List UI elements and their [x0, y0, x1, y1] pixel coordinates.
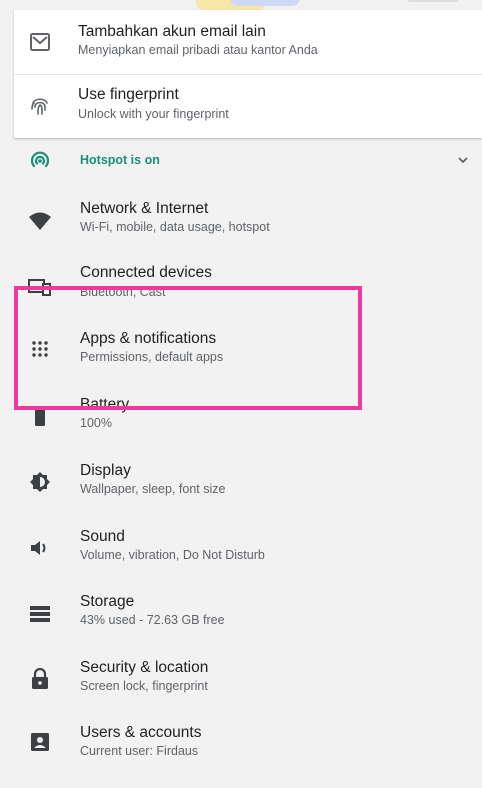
setting-users-accounts[interactable]: Users & accounts Current user: Firdaus	[0, 722, 482, 788]
setting-title: Battery	[80, 396, 130, 413]
wifi-icon	[28, 209, 52, 233]
setting-subtitle: 100%	[80, 416, 112, 430]
setting-display[interactable]: Display Wallpaper, sleep, font size	[0, 460, 482, 526]
hotspot-icon	[28, 149, 52, 173]
setting-title: Users & accounts	[80, 724, 202, 741]
decoration-gray	[401, 0, 459, 10]
setting-title: Connected devices	[80, 264, 212, 281]
setting-sound[interactable]: Sound Volume, vibration, Do Not Disturb	[0, 526, 482, 592]
suggestion-title: Use fingerprint	[78, 86, 179, 103]
hotspot-label: Hotspot is on	[80, 153, 160, 167]
setting-security[interactable]: Security & location Screen lock, fingerp…	[0, 658, 482, 724]
battery-icon	[28, 404, 52, 428]
display-icon	[28, 470, 52, 494]
setting-title: Display	[80, 462, 131, 479]
suggestions-card: Tambahkan akun email lain Menyiapkan ema…	[14, 10, 482, 138]
setting-title: Storage	[80, 593, 135, 610]
suggestion-subtitle: Menyiapkan email pribadi atau kantor And…	[78, 43, 318, 57]
account-icon	[28, 730, 52, 754]
setting-network[interactable]: Network & Internet Wi-Fi, mobile, data u…	[0, 196, 482, 262]
suggestion-add-email[interactable]: Tambahkan akun email lain Menyiapkan ema…	[14, 10, 482, 75]
volume-icon	[28, 536, 52, 560]
hotspot-condition[interactable]: Hotspot is on	[0, 140, 482, 182]
setting-title: Apps & notifications	[80, 330, 217, 347]
setting-subtitle: Volume, vibration, Do Not Disturb	[80, 548, 265, 562]
setting-title: Security & location	[80, 659, 209, 676]
setting-subtitle: Wi-Fi, mobile, data usage, hotspot	[80, 220, 270, 234]
setting-title: Network & Internet	[80, 200, 209, 217]
suggestion-fingerprint[interactable]: Use fingerprint Unlock with your fingerp…	[14, 74, 482, 138]
storage-icon	[28, 602, 52, 626]
chevron-down-icon[interactable]	[456, 153, 470, 172]
email-icon	[28, 30, 52, 54]
setting-subtitle: Current user: Firdaus	[80, 744, 199, 758]
setting-subtitle: Wallpaper, sleep, font size	[80, 482, 226, 496]
setting-title: Sound	[80, 528, 125, 545]
top-decoration	[0, 0, 482, 10]
lock-icon	[28, 667, 52, 691]
apps-icon	[28, 337, 52, 361]
decoration-blue	[230, 0, 300, 6]
setting-battery[interactable]: Battery 100%	[0, 394, 482, 460]
devices-icon	[28, 276, 52, 300]
setting-connected-devices[interactable]: Connected devices Bluetooth, Cast	[0, 262, 482, 328]
setting-subtitle: Bluetooth, Cast	[80, 285, 166, 299]
setting-subtitle: 43% used - 72.63 GB free	[80, 613, 225, 627]
setting-apps-notifications[interactable]: Apps & notifications Permissions, defaul…	[0, 328, 482, 394]
setting-subtitle: Permissions, default apps	[80, 350, 224, 364]
setting-storage[interactable]: Storage 43% used - 72.63 GB free	[0, 592, 482, 658]
setting-subtitle: Screen lock, fingerprint	[80, 679, 208, 693]
suggestion-subtitle: Unlock with your fingerprint	[78, 107, 229, 121]
fingerprint-icon	[28, 94, 52, 118]
suggestion-title: Tambahkan akun email lain	[78, 23, 266, 40]
